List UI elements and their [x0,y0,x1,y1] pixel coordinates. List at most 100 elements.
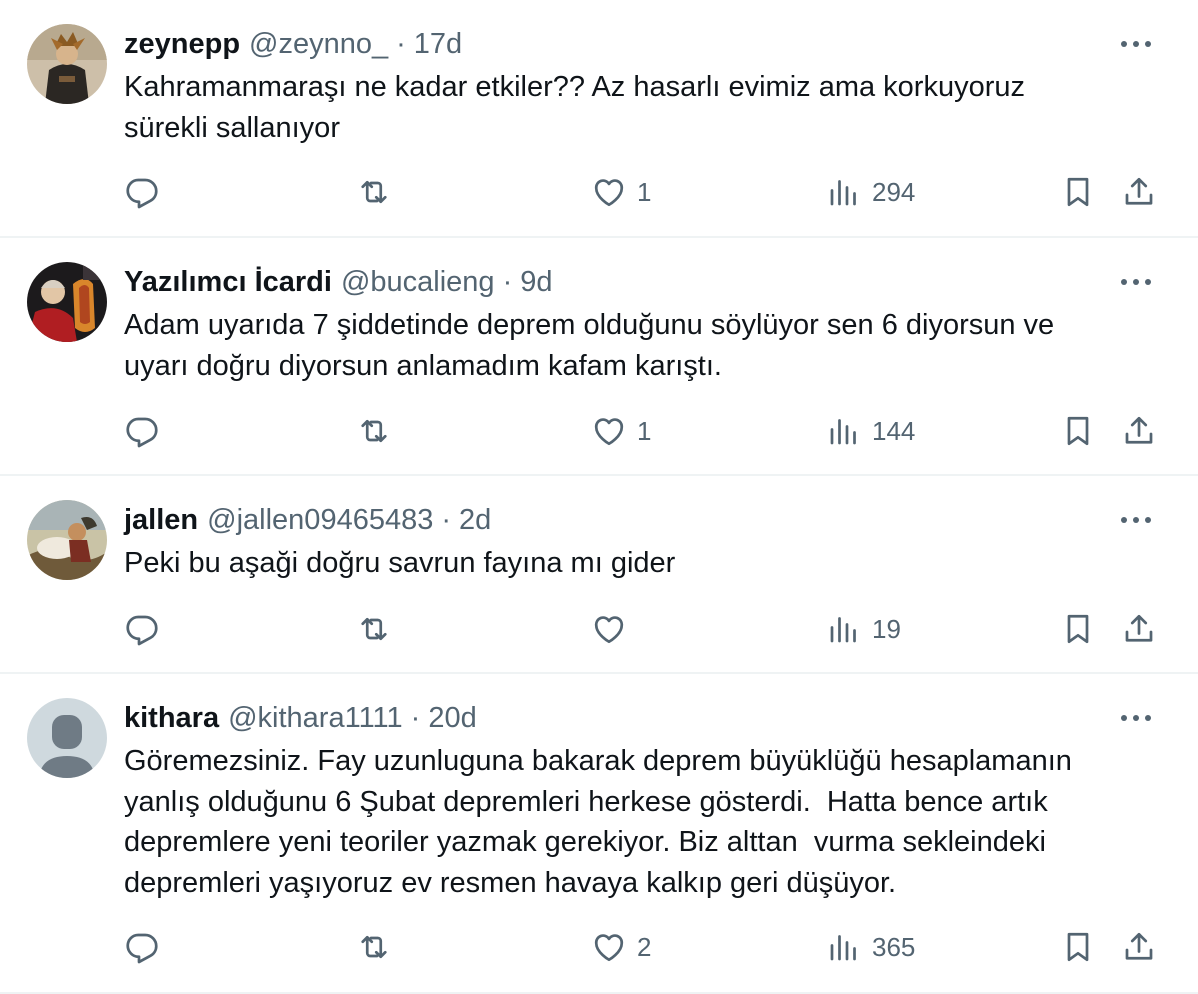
avatar[interactable] [27,500,107,580]
retweet-icon [361,180,387,204]
more-button[interactable] [1118,34,1154,54]
like-button[interactable]: 2 [591,927,651,967]
more-icon [1121,41,1151,47]
share-icon [1125,416,1153,444]
reply-icon [126,417,158,448]
action-bar: 19 [124,609,1164,649]
more-button[interactable] [1118,708,1154,728]
display-name[interactable]: kithara [124,702,219,735]
share-button[interactable] [1121,609,1157,649]
reply-feed: zeynepp @zeynno_ · 17d Kahramanmaraşı ne… [0,0,1198,994]
heart-icon [594,934,624,962]
more-icon [1121,279,1151,285]
like-count: 1 [637,176,652,207]
action-bar: 1 144 [124,411,1164,451]
heart-icon [594,616,624,644]
heart-icon [594,418,624,446]
bookmark-button[interactable] [1060,411,1096,451]
reply-button[interactable] [124,609,160,649]
separator-dot: · [502,265,513,298]
avatar[interactable] [27,262,107,342]
tweet-header: zeynepp @zeynno_ · 17d [124,27,1118,61]
separator-dot: · [441,503,452,536]
reply-button[interactable] [124,411,160,451]
views-button[interactable]: 19 [826,609,901,649]
avatar[interactable] [27,24,107,104]
tweet-header: Yazılımcı İcardi @bucalieng · 9d [124,265,1118,299]
more-button[interactable] [1118,510,1154,530]
bookmark-icon [1067,416,1089,446]
views-icon [830,935,856,961]
separator-dot: · [396,27,406,60]
like-button[interactable]: 1 [591,172,651,212]
tweet[interactable]: jallen @jallen09465483 · 2d Peki bu aşağ… [0,476,1198,674]
like-button[interactable]: 1 [591,411,651,451]
tweet-header: jallen @jallen09465483 · 2d [124,503,1118,537]
user-handle[interactable]: @kithara1111 [228,702,403,735]
reply-button[interactable] [124,927,160,967]
heart-icon [594,179,624,207]
bookmark-button[interactable] [1060,172,1096,212]
view-count: 365 [872,931,916,962]
timestamp[interactable]: 20d [428,702,476,735]
retweet-button[interactable] [356,172,392,212]
bookmark-icon [1067,932,1089,962]
painting-avatar-icon [27,500,107,580]
bookmark-icon [1067,177,1089,207]
tweet[interactable]: Yazılımcı İcardi @bucalieng · 9d Adam uy… [0,238,1198,476]
retweet-icon [361,935,387,959]
default-user-avatar-icon [27,698,107,778]
timestamp[interactable]: 2d [459,504,491,537]
tweet[interactable]: kithara @kithara1111 · 20d Göremezsiniz.… [0,674,1198,994]
like-count: 1 [637,415,652,446]
retweet-button[interactable] [356,927,392,967]
avatar[interactable] [27,698,107,778]
action-bar: 2 365 [124,927,1164,967]
user-photo-avatar-icon [27,262,107,342]
display-name[interactable]: zeynepp [124,28,240,61]
share-button[interactable] [1121,411,1157,451]
retweet-button[interactable] [356,411,392,451]
tweet-text: Peki bu aşaği doğru savrun fayına mı gid… [124,547,676,579]
reply-icon [126,178,158,209]
tweet[interactable]: zeynepp @zeynno_ · 17d Kahramanmaraşı ne… [0,0,1198,238]
user-handle[interactable]: @zeynno_ [249,28,388,61]
views-icon [830,617,856,643]
share-button[interactable] [1121,172,1157,212]
views-button[interactable]: 144 [826,411,915,451]
more-icon [1121,517,1151,523]
retweet-button[interactable] [356,609,392,649]
retweet-icon [361,419,387,443]
like-count: 2 [637,931,652,962]
reply-button[interactable] [124,172,160,212]
more-button[interactable] [1118,272,1154,292]
tweet-text: Adam uyarıda 7 şiddetinde deprem olduğun… [124,309,1055,382]
view-count: 294 [872,176,916,207]
timestamp[interactable]: 9d [520,266,552,299]
user-handle[interactable]: @jallen09465483 [207,504,433,537]
display-name[interactable]: jallen [124,504,198,537]
tweet-header: kithara @kithara1111 · 20d [124,701,1118,735]
share-icon [1125,177,1153,205]
timestamp[interactable]: 17d [414,28,462,61]
user-photo-avatar-icon [27,24,107,104]
view-count: 19 [872,613,901,644]
reply-icon [126,615,158,646]
bookmark-button[interactable] [1060,927,1096,967]
action-bar: 1 294 [124,172,1164,212]
views-button[interactable]: 365 [826,927,915,967]
separator-dot: · [410,701,421,734]
reply-icon [126,933,158,964]
like-button[interactable] [591,609,637,649]
user-handle[interactable]: @bucalieng [341,266,495,299]
views-button[interactable]: 294 [826,172,915,212]
bookmark-button[interactable] [1060,609,1096,649]
views-icon [830,419,856,445]
retweet-icon [361,617,387,641]
bookmark-icon [1067,614,1089,644]
tweet-text: Kahramanmaraşı ne kadar etkiler?? Az has… [124,71,1025,144]
tweet-text: Göremezsiniz. Fay uzunluguna bakarak dep… [124,745,1072,899]
view-count: 144 [872,415,916,446]
display-name[interactable]: Yazılımcı İcardi [124,266,332,299]
share-button[interactable] [1121,927,1157,967]
